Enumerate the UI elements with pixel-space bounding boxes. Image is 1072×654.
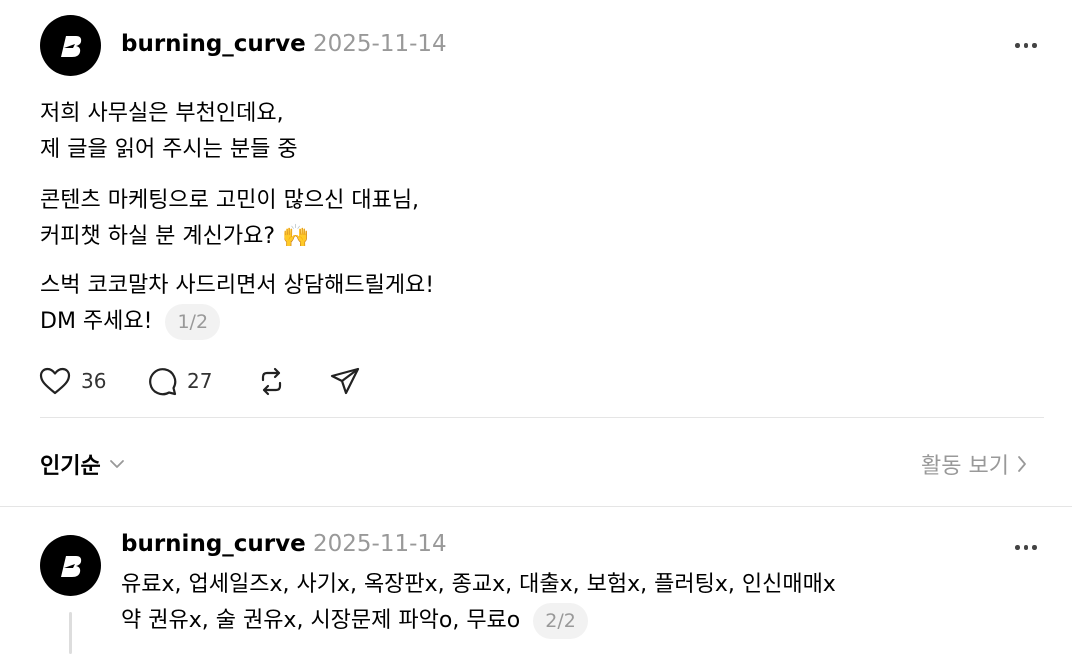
- share-icon: [330, 367, 360, 395]
- heart-icon: [39, 367, 71, 395]
- post-username[interactable]: burning_curve: [121, 31, 306, 57]
- thread-line: [69, 612, 72, 654]
- post-line: 스벅 코코말차 사드리면서 상담해드릴게요!: [40, 273, 435, 298]
- reply-avatar[interactable]: [40, 535, 101, 596]
- post-paragraph-1: 저희 사무실은 부천인데요, 제 글을 읽어 주시는 분들 중: [40, 96, 298, 168]
- post-line: 제 글을 읽어 주시는 분들 중: [40, 137, 298, 162]
- repost-button[interactable]: [257, 367, 286, 400]
- comment-icon: [149, 368, 177, 396]
- post-line: DM 주세요!: [40, 309, 153, 334]
- avatar[interactable]: [40, 15, 101, 76]
- activity-label: 활동 보기: [921, 454, 1009, 479]
- like-count: 36: [81, 369, 107, 393]
- repost-icon: [261, 367, 282, 396]
- reply-username[interactable]: burning_curve: [121, 531, 306, 557]
- comment-button[interactable]: 27: [147, 366, 212, 396]
- comment-count: 27: [187, 369, 213, 393]
- post-line: 커피챗 하실 분 계신가요? 🙌: [40, 224, 310, 249]
- reply-date: 2025-11-14: [313, 531, 447, 557]
- logo-icon: [60, 35, 81, 57]
- reply-pager: 2/2: [533, 603, 588, 639]
- post-line: 저희 사무실은 부천인데요,: [40, 101, 284, 126]
- post-paragraph-3: 스벅 코코말차 사드리면서 상담해드릴게요! DM 주세요! 1/2: [40, 268, 434, 340]
- like-button[interactable]: 36: [39, 367, 106, 395]
- post-pager: 1/2: [165, 304, 221, 340]
- post-paragraph-2: 콘텐츠 마케팅으로 고민이 많으신 대표님, 커피챗 하실 분 계신가요? 🙌: [40, 183, 419, 255]
- chevron-right-icon: [1018, 456, 1026, 472]
- post-line: 콘텐츠 마케팅으로 고민이 많으신 대표님,: [40, 188, 420, 213]
- reply-more-icon[interactable]: [1015, 545, 1037, 550]
- sort-dropdown[interactable]: 인기순: [40, 448, 125, 480]
- section-divider: [0, 506, 1072, 507]
- post-date: 2025-11-14: [313, 31, 447, 57]
- share-button[interactable]: [330, 367, 360, 399]
- logo-icon: [60, 555, 81, 577]
- reply-body: 유료x, 업세일즈x, 사기x, 옥장판x, 종교x, 대출x, 보험x, 플러…: [121, 567, 836, 639]
- chevron-down-icon: [109, 460, 124, 468]
- divider: [40, 417, 1044, 418]
- reply-line: 유료x, 업세일즈x, 사기x, 옥장판x, 종교x, 대출x, 보험x, 플러…: [121, 572, 836, 597]
- more-icon[interactable]: [1015, 43, 1037, 48]
- sort-label: 인기순: [40, 454, 101, 479]
- view-activity-link[interactable]: 활동 보기: [921, 448, 1027, 480]
- reply-line: 약 권유x, 술 권유x, 시장문제 파악o, 무료o: [121, 608, 521, 633]
